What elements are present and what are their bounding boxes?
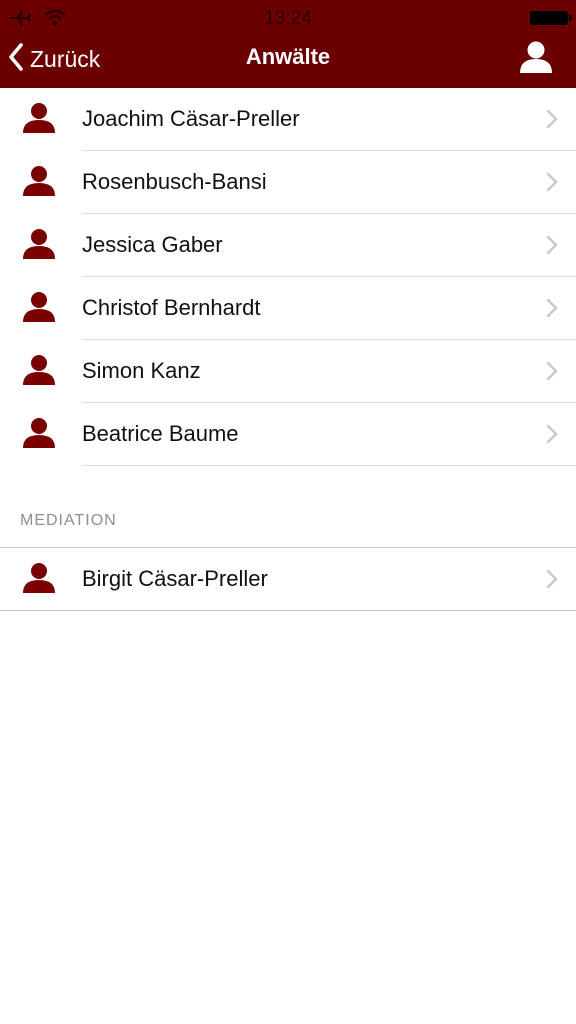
battery-icon — [530, 11, 572, 25]
list-item-label: Christof Bernhardt — [82, 295, 261, 320]
chevron-right-icon — [546, 172, 558, 197]
list-item-label: Beatrice Baume — [82, 421, 239, 446]
list-item-label: Birgit Cäsar-Preller — [82, 566, 268, 591]
row-divider — [82, 465, 576, 466]
list-item-label: Simon Kanz — [82, 358, 201, 383]
person-icon — [22, 228, 56, 265]
status-time: 13:24 — [264, 8, 312, 29]
list-item[interactable]: Simon Kanz — [0, 340, 576, 403]
list-item-label: Joachim Cäsar-Preller — [82, 106, 300, 131]
chevron-right-icon — [546, 235, 558, 260]
section-header-mediation: MEDIATION — [0, 470, 576, 548]
person-icon — [22, 417, 56, 454]
chevron-right-icon — [546, 569, 558, 594]
person-icon — [22, 165, 56, 202]
chevron-right-icon — [546, 298, 558, 323]
page-title: Anwälte — [245, 44, 331, 69]
list-item[interactable]: Christof Bernhardt — [0, 277, 576, 340]
person-icon — [22, 102, 56, 139]
list-item-label: Rosenbusch-Bansi — [82, 169, 267, 194]
person-icon — [22, 291, 56, 328]
person-icon — [518, 41, 554, 78]
mediation-list: Birgit Cäsar-Preller — [0, 548, 576, 611]
top-bar: 13:24 Zurück Anwälte — [0, 0, 576, 88]
person-icon — [22, 354, 56, 391]
list-item[interactable]: Joachim Cäsar-Preller — [0, 88, 576, 151]
list-item[interactable]: Birgit Cäsar-Preller — [0, 548, 576, 611]
list-item[interactable]: Beatrice Baume — [0, 403, 576, 466]
lawyer-list: Joachim Cäsar-Preller Rosenbusch-Bansi J… — [0, 88, 576, 466]
person-icon — [22, 562, 56, 599]
chevron-right-icon — [546, 109, 558, 134]
screen: 13:24 Zurück Anwälte Joachim Cäsar-Prell… — [0, 0, 576, 1024]
list-item[interactable]: Jessica Gaber — [0, 214, 576, 277]
section-label: MEDIATION — [20, 512, 117, 529]
status-bar: 13:24 — [0, 0, 576, 38]
navigation-bar: Zurück Anwälte — [0, 38, 576, 88]
list-item-label: Jessica Gaber — [82, 232, 223, 257]
chevron-right-icon — [546, 361, 558, 386]
profile-button[interactable] — [518, 40, 558, 76]
chevron-right-icon — [546, 424, 558, 449]
list-item[interactable]: Rosenbusch-Bansi — [0, 151, 576, 214]
row-divider — [0, 610, 576, 611]
